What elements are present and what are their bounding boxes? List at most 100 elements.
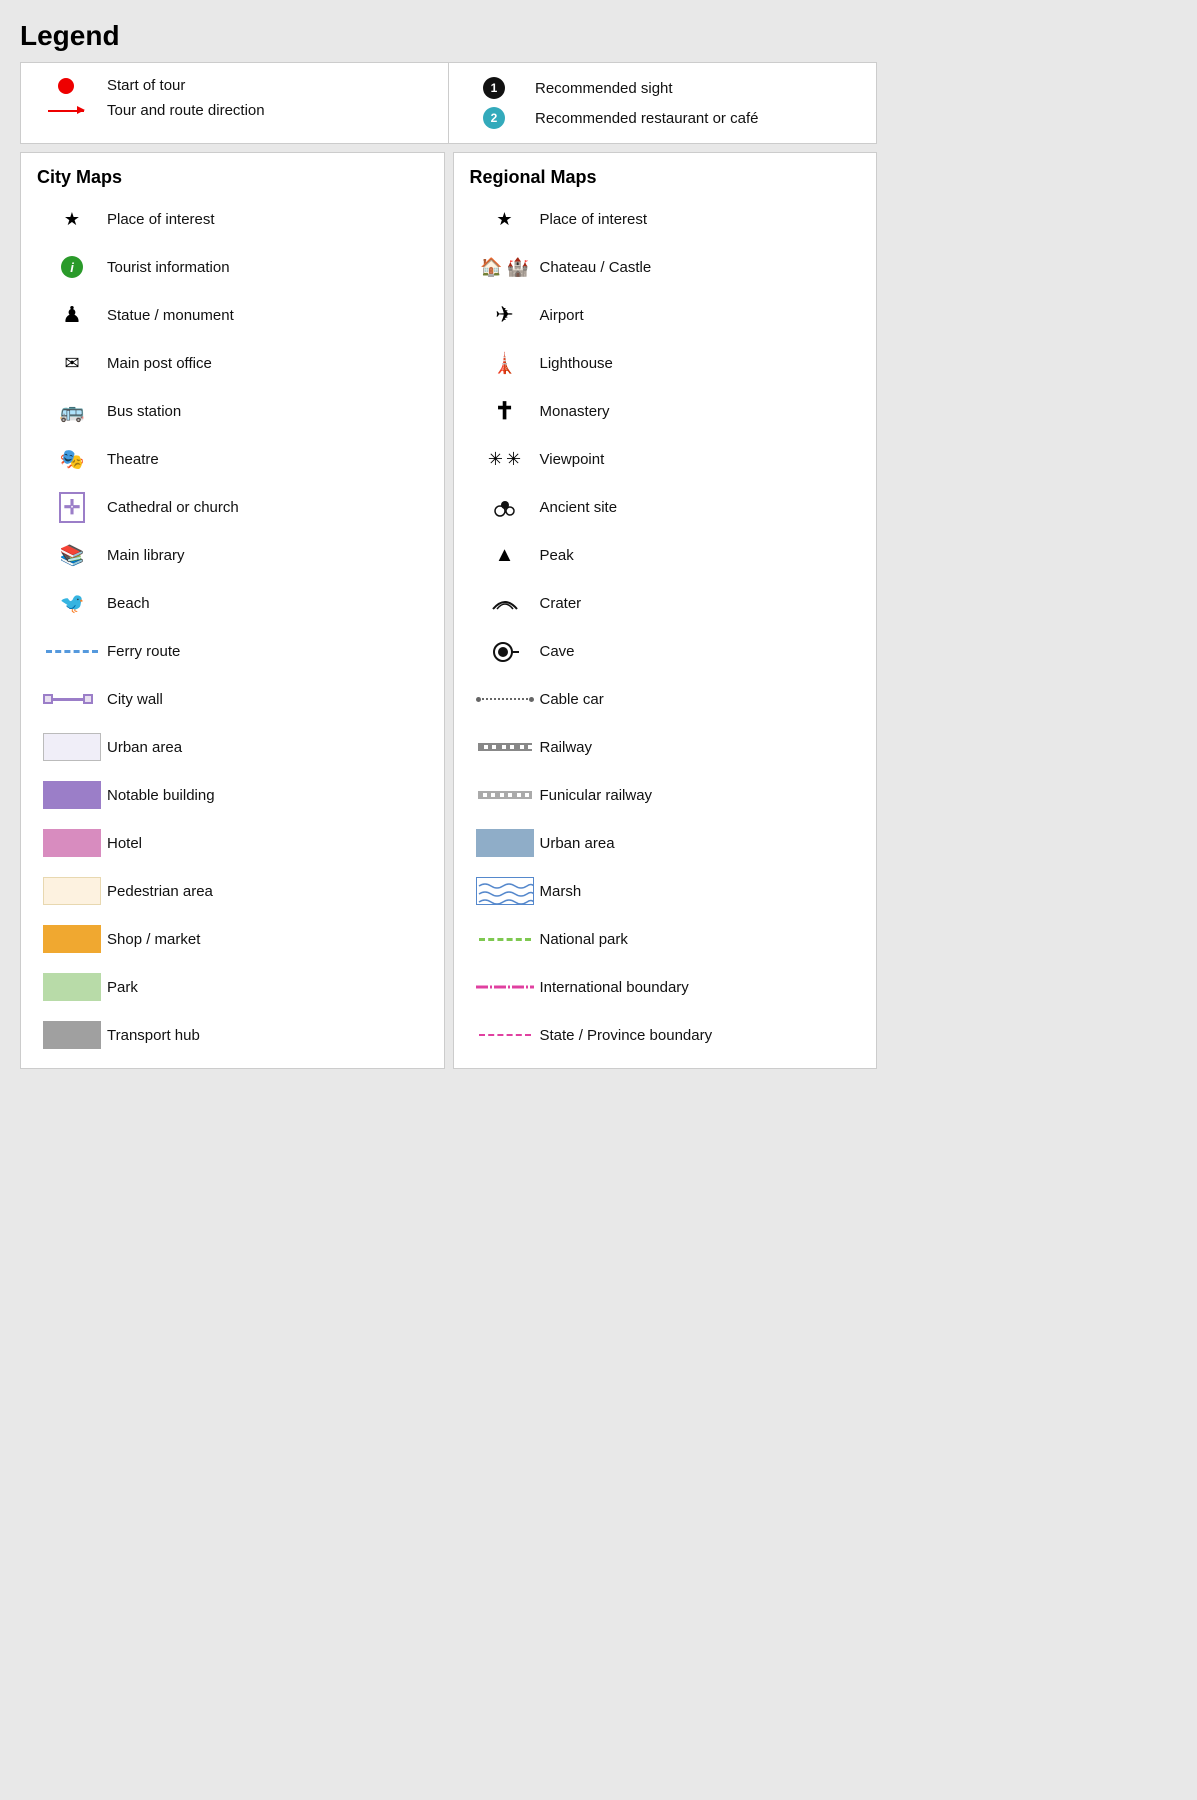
railway-icon: [470, 743, 540, 751]
state-boundary-icon: [470, 1034, 540, 1036]
list-item: Pedestrian area: [37, 872, 428, 910]
list-item: Park: [37, 968, 428, 1006]
top-section: Start of tour Tour and route direction 1…: [20, 62, 877, 144]
cable-car-icon: [470, 697, 540, 702]
statue-icon: ♟: [37, 302, 107, 328]
list-item: Ancient site: [470, 488, 861, 526]
place-interest-icon: ★: [37, 209, 107, 230]
list-item: 🐦 Beach: [37, 584, 428, 622]
recommended-sight-icon: 1: [469, 77, 519, 99]
list-item: Urban area: [470, 824, 861, 862]
cave-label: Cave: [540, 643, 861, 660]
notable-building-icon: [37, 781, 107, 809]
legend-container: Legend Start of tour Tour and route dire…: [20, 20, 877, 1069]
list-item: Hotel: [37, 824, 428, 862]
recommended-sight-row: 1 Recommended sight: [469, 77, 856, 99]
urban-area-r-icon: [470, 829, 540, 857]
list-item: Cave: [470, 632, 861, 670]
national-park-label: National park: [540, 931, 861, 948]
monastery-label: Monastery: [540, 403, 861, 420]
national-park-icon: [470, 938, 540, 941]
tourist-info-icon: i: [37, 256, 107, 278]
list-item: City wall: [37, 680, 428, 718]
urban-area-icon: [37, 733, 107, 761]
ferry-route-label: Ferry route: [107, 643, 428, 660]
recommended-sight-label: Recommended sight: [535, 80, 673, 97]
recommended-restaurant-icon: 2: [469, 107, 519, 129]
place-interest-r-label: Place of interest: [540, 211, 861, 228]
funicular-icon: [470, 791, 540, 799]
list-item: ★ Place of interest: [37, 200, 428, 238]
list-item: State / Province boundary: [470, 1016, 861, 1054]
start-tour-row: Start of tour: [41, 77, 428, 94]
airport-icon: ✈: [470, 302, 540, 328]
city-wall-label: City wall: [107, 691, 428, 708]
regional-maps-title: Regional Maps: [470, 167, 861, 188]
crater-label: Crater: [540, 595, 861, 612]
park-icon: [37, 973, 107, 1001]
black-circle-icon: 1: [483, 77, 505, 99]
pedestrian-area-icon: [37, 877, 107, 905]
list-item: ★ Place of interest: [470, 200, 861, 238]
place-interest-label: Place of interest: [107, 211, 428, 228]
top-left: Start of tour Tour and route direction: [21, 63, 448, 143]
tour-route-label: Tour and route direction: [107, 102, 265, 119]
state-boundary-label: State / Province boundary: [540, 1027, 861, 1044]
tourist-info-label: Tourist information: [107, 259, 428, 276]
list-item: ✳✳ Viewpoint: [470, 440, 861, 478]
place-interest-r-icon: ★: [470, 209, 540, 230]
post-office-icon: ✉: [37, 353, 107, 374]
statue-label: Statue / monument: [107, 307, 428, 324]
list-item: Crater: [470, 584, 861, 622]
red-arrow-line-icon: [48, 110, 84, 112]
list-item: Urban area: [37, 728, 428, 766]
theatre-label: Theatre: [107, 451, 428, 468]
ancient-site-label: Ancient site: [540, 499, 861, 516]
list-item: International boundary: [470, 968, 861, 1006]
list-item: Railway: [470, 728, 861, 766]
city-wall-icon: [37, 694, 107, 704]
start-tour-icon: [41, 78, 91, 94]
city-maps-title: City Maps: [37, 167, 428, 188]
regional-maps-col: Regional Maps ★ Place of interest 🏠 🏰 Ch…: [453, 152, 878, 1069]
beach-icon: 🐦: [37, 591, 107, 616]
cable-car-label: Cable car: [540, 691, 861, 708]
list-item: Marsh: [470, 872, 861, 910]
list-item: 🗼 Lighthouse: [470, 344, 861, 382]
urban-area-label: Urban area: [107, 739, 428, 756]
list-item: Ferry route: [37, 632, 428, 670]
cave-icon: [470, 638, 540, 664]
main-library-label: Main library: [107, 547, 428, 564]
city-maps-col: City Maps ★ Place of interest i Tourist …: [20, 152, 445, 1069]
list-item: i Tourist information: [37, 248, 428, 286]
shop-market-label: Shop / market: [107, 931, 428, 948]
chateau-label: Chateau / Castle: [540, 259, 861, 276]
marsh-icon: [470, 877, 540, 905]
ancient-site-icon: [470, 495, 540, 519]
list-item: ♟ Statue / monument: [37, 296, 428, 334]
legend-title: Legend: [20, 20, 877, 52]
start-tour-label: Start of tour: [107, 77, 185, 94]
list-item: Transport hub: [37, 1016, 428, 1054]
red-line: [48, 110, 84, 112]
teal-circle-icon: 2: [483, 107, 505, 129]
list-item: ▲ Peak: [470, 536, 861, 574]
railway-label: Railway: [540, 739, 861, 756]
lighthouse-icon: 🗼: [470, 351, 540, 376]
cathedral-label: Cathedral or church: [107, 499, 428, 516]
list-item: Funicular railway: [470, 776, 861, 814]
peak-icon: ▲: [470, 544, 540, 567]
airport-label: Airport: [540, 307, 861, 324]
funicular-label: Funicular railway: [540, 787, 861, 804]
hotel-label: Hotel: [107, 835, 428, 852]
list-item: 🏠 🏰 Chateau / Castle: [470, 248, 861, 286]
chateau-icon: 🏠 🏰: [470, 257, 540, 278]
list-item: Notable building: [37, 776, 428, 814]
list-item: 📚 Main library: [37, 536, 428, 574]
ferry-route-icon: [37, 650, 107, 653]
list-item: 🚌 Bus station: [37, 392, 428, 430]
main-library-icon: 📚: [37, 543, 107, 568]
crater-icon: [470, 591, 540, 615]
marsh-label: Marsh: [540, 883, 861, 900]
top-right: 1 Recommended sight 2 Recommended restau…: [448, 63, 876, 143]
